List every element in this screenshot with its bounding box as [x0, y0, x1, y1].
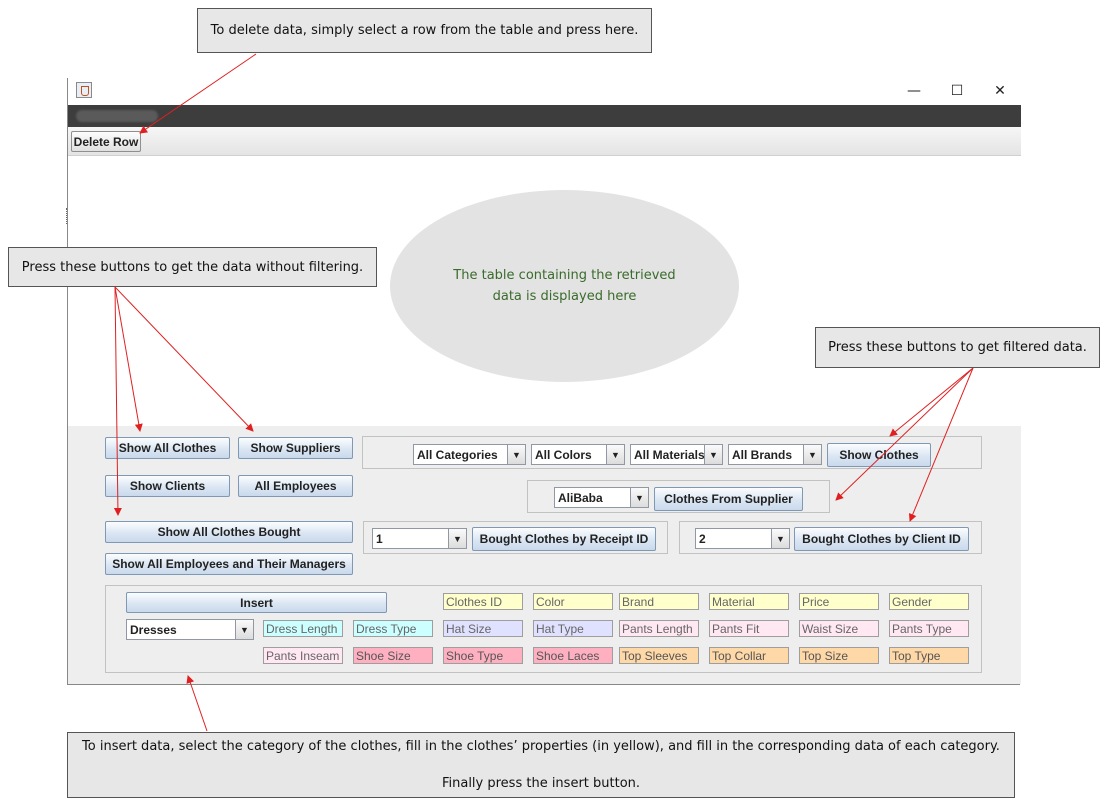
bought-by-client-button[interactable]: Bought Clothes by Client ID [794, 527, 969, 551]
filtered-callout: Press these buttons to get filtered data… [815, 327, 1100, 368]
waist-size-field[interactable]: Waist Size [799, 620, 879, 637]
brand-filter-value: All Brands [732, 447, 793, 462]
pants-type-field[interactable]: Pants Type [889, 620, 969, 637]
bought-by-receipt-button[interactable]: Bought Clothes by Receipt ID [472, 527, 656, 551]
insert-note-line2: Finally press the insert button. [441, 776, 641, 791]
category-filter-value: All Categories [417, 447, 498, 462]
chevron-down-icon: ▼ [235, 620, 253, 639]
color-filter-select[interactable]: All Colors ▼ [531, 444, 625, 465]
show-all-clothes-bought-button[interactable]: Show All Clothes Bought [105, 521, 353, 543]
insert-note-line1: To insert data, select the category of t… [82, 739, 1000, 754]
show-employees-managers-button[interactable]: Show All Employees and Their Managers [105, 553, 353, 575]
brand-filter-select[interactable]: All Brands ▼ [728, 444, 822, 465]
price-field[interactable]: Price [799, 593, 879, 610]
all-employees-button[interactable]: All Employees [238, 475, 353, 497]
redacted-title [76, 110, 158, 122]
chevron-down-icon: ▼ [448, 529, 466, 548]
shoe-size-field[interactable]: Shoe Size [353, 647, 433, 664]
insert-button[interactable]: Insert [126, 592, 387, 613]
receipt-id-value: 1 [376, 531, 383, 546]
show-clothes-button[interactable]: Show Clothes [827, 443, 931, 467]
color-field[interactable]: Color [533, 593, 613, 610]
brand-field[interactable]: Brand [619, 593, 699, 610]
client-id-select[interactable]: 2 ▼ [695, 528, 790, 549]
unfiltered-callout: Press these buttons to get the data with… [8, 247, 377, 287]
clothes-from-supplier-button[interactable]: Clothes From Supplier [654, 487, 803, 511]
hat-size-field[interactable]: Hat Size [443, 620, 523, 637]
maximize-button[interactable]: ☐ [937, 80, 977, 102]
pants-fit-field[interactable]: Pants Fit [709, 620, 789, 637]
show-all-clothes-button[interactable]: Show All Clothes [105, 437, 230, 459]
insert-callout: To insert data, select the category of t… [67, 732, 1015, 798]
table-placeholder-note: The table containing the retrieved data … [390, 190, 739, 382]
chevron-down-icon: ▼ [507, 445, 525, 464]
delete-row-button[interactable]: Delete Row [71, 131, 141, 152]
delete-callout: To delete data, simply select a row from… [197, 8, 652, 53]
material-filter-value: All Materials [634, 447, 704, 462]
top-type-field[interactable]: Top Type [889, 647, 969, 664]
chevron-down-icon: ▼ [630, 488, 648, 507]
java-app-icon [76, 82, 92, 98]
chevron-down-icon: ▼ [803, 445, 821, 464]
pants-length-field[interactable]: Pants Length [619, 620, 699, 637]
hat-type-field[interactable]: Hat Type [533, 620, 613, 637]
material-filter-select[interactable]: All Materials ▼ [630, 444, 723, 465]
color-filter-value: All Colors [535, 447, 592, 462]
toolbar: Delete Row [68, 127, 1021, 156]
minimize-button[interactable]: — [894, 80, 934, 102]
supplier-select[interactable]: AliBaba ▼ [554, 487, 649, 508]
shoe-type-field[interactable]: Shoe Type [443, 647, 523, 664]
top-size-field[interactable]: Top Size [799, 647, 879, 664]
gender-field[interactable]: Gender [889, 593, 969, 610]
material-field[interactable]: Material [709, 593, 789, 610]
table-note-text: The table containing the retrieved data … [453, 268, 676, 304]
table-edge-marker [66, 208, 68, 224]
insert-category-value: Dresses [130, 622, 177, 637]
receipt-id-select[interactable]: 1 ▼ [372, 528, 467, 549]
pants-inseam-field[interactable]: Pants Inseam [263, 647, 343, 664]
top-collar-field[interactable]: Top Collar [709, 647, 789, 664]
menu-bar [68, 105, 1021, 127]
top-sleeves-field[interactable]: Top Sleeves [619, 647, 699, 664]
dress-length-field[interactable]: Dress Length [263, 620, 343, 637]
chevron-down-icon: ▼ [771, 529, 789, 548]
supplier-value: AliBaba [558, 490, 603, 505]
category-filter-select[interactable]: All Categories ▼ [413, 444, 526, 465]
dress-type-field[interactable]: Dress Type [353, 620, 433, 637]
chevron-down-icon: ▼ [606, 445, 624, 464]
insert-category-select[interactable]: Dresses ▼ [126, 619, 254, 640]
show-clients-button[interactable]: Show Clients [105, 475, 230, 497]
title-bar: — ☐ ✕ [68, 78, 1021, 105]
close-button[interactable]: ✕ [980, 80, 1020, 102]
show-suppliers-button[interactable]: Show Suppliers [238, 437, 353, 459]
clothes-id-field[interactable]: Clothes ID [443, 593, 523, 610]
client-id-value: 2 [699, 531, 706, 546]
chevron-down-icon: ▼ [704, 445, 722, 464]
shoe-laces-field[interactable]: Shoe Laces [533, 647, 613, 664]
